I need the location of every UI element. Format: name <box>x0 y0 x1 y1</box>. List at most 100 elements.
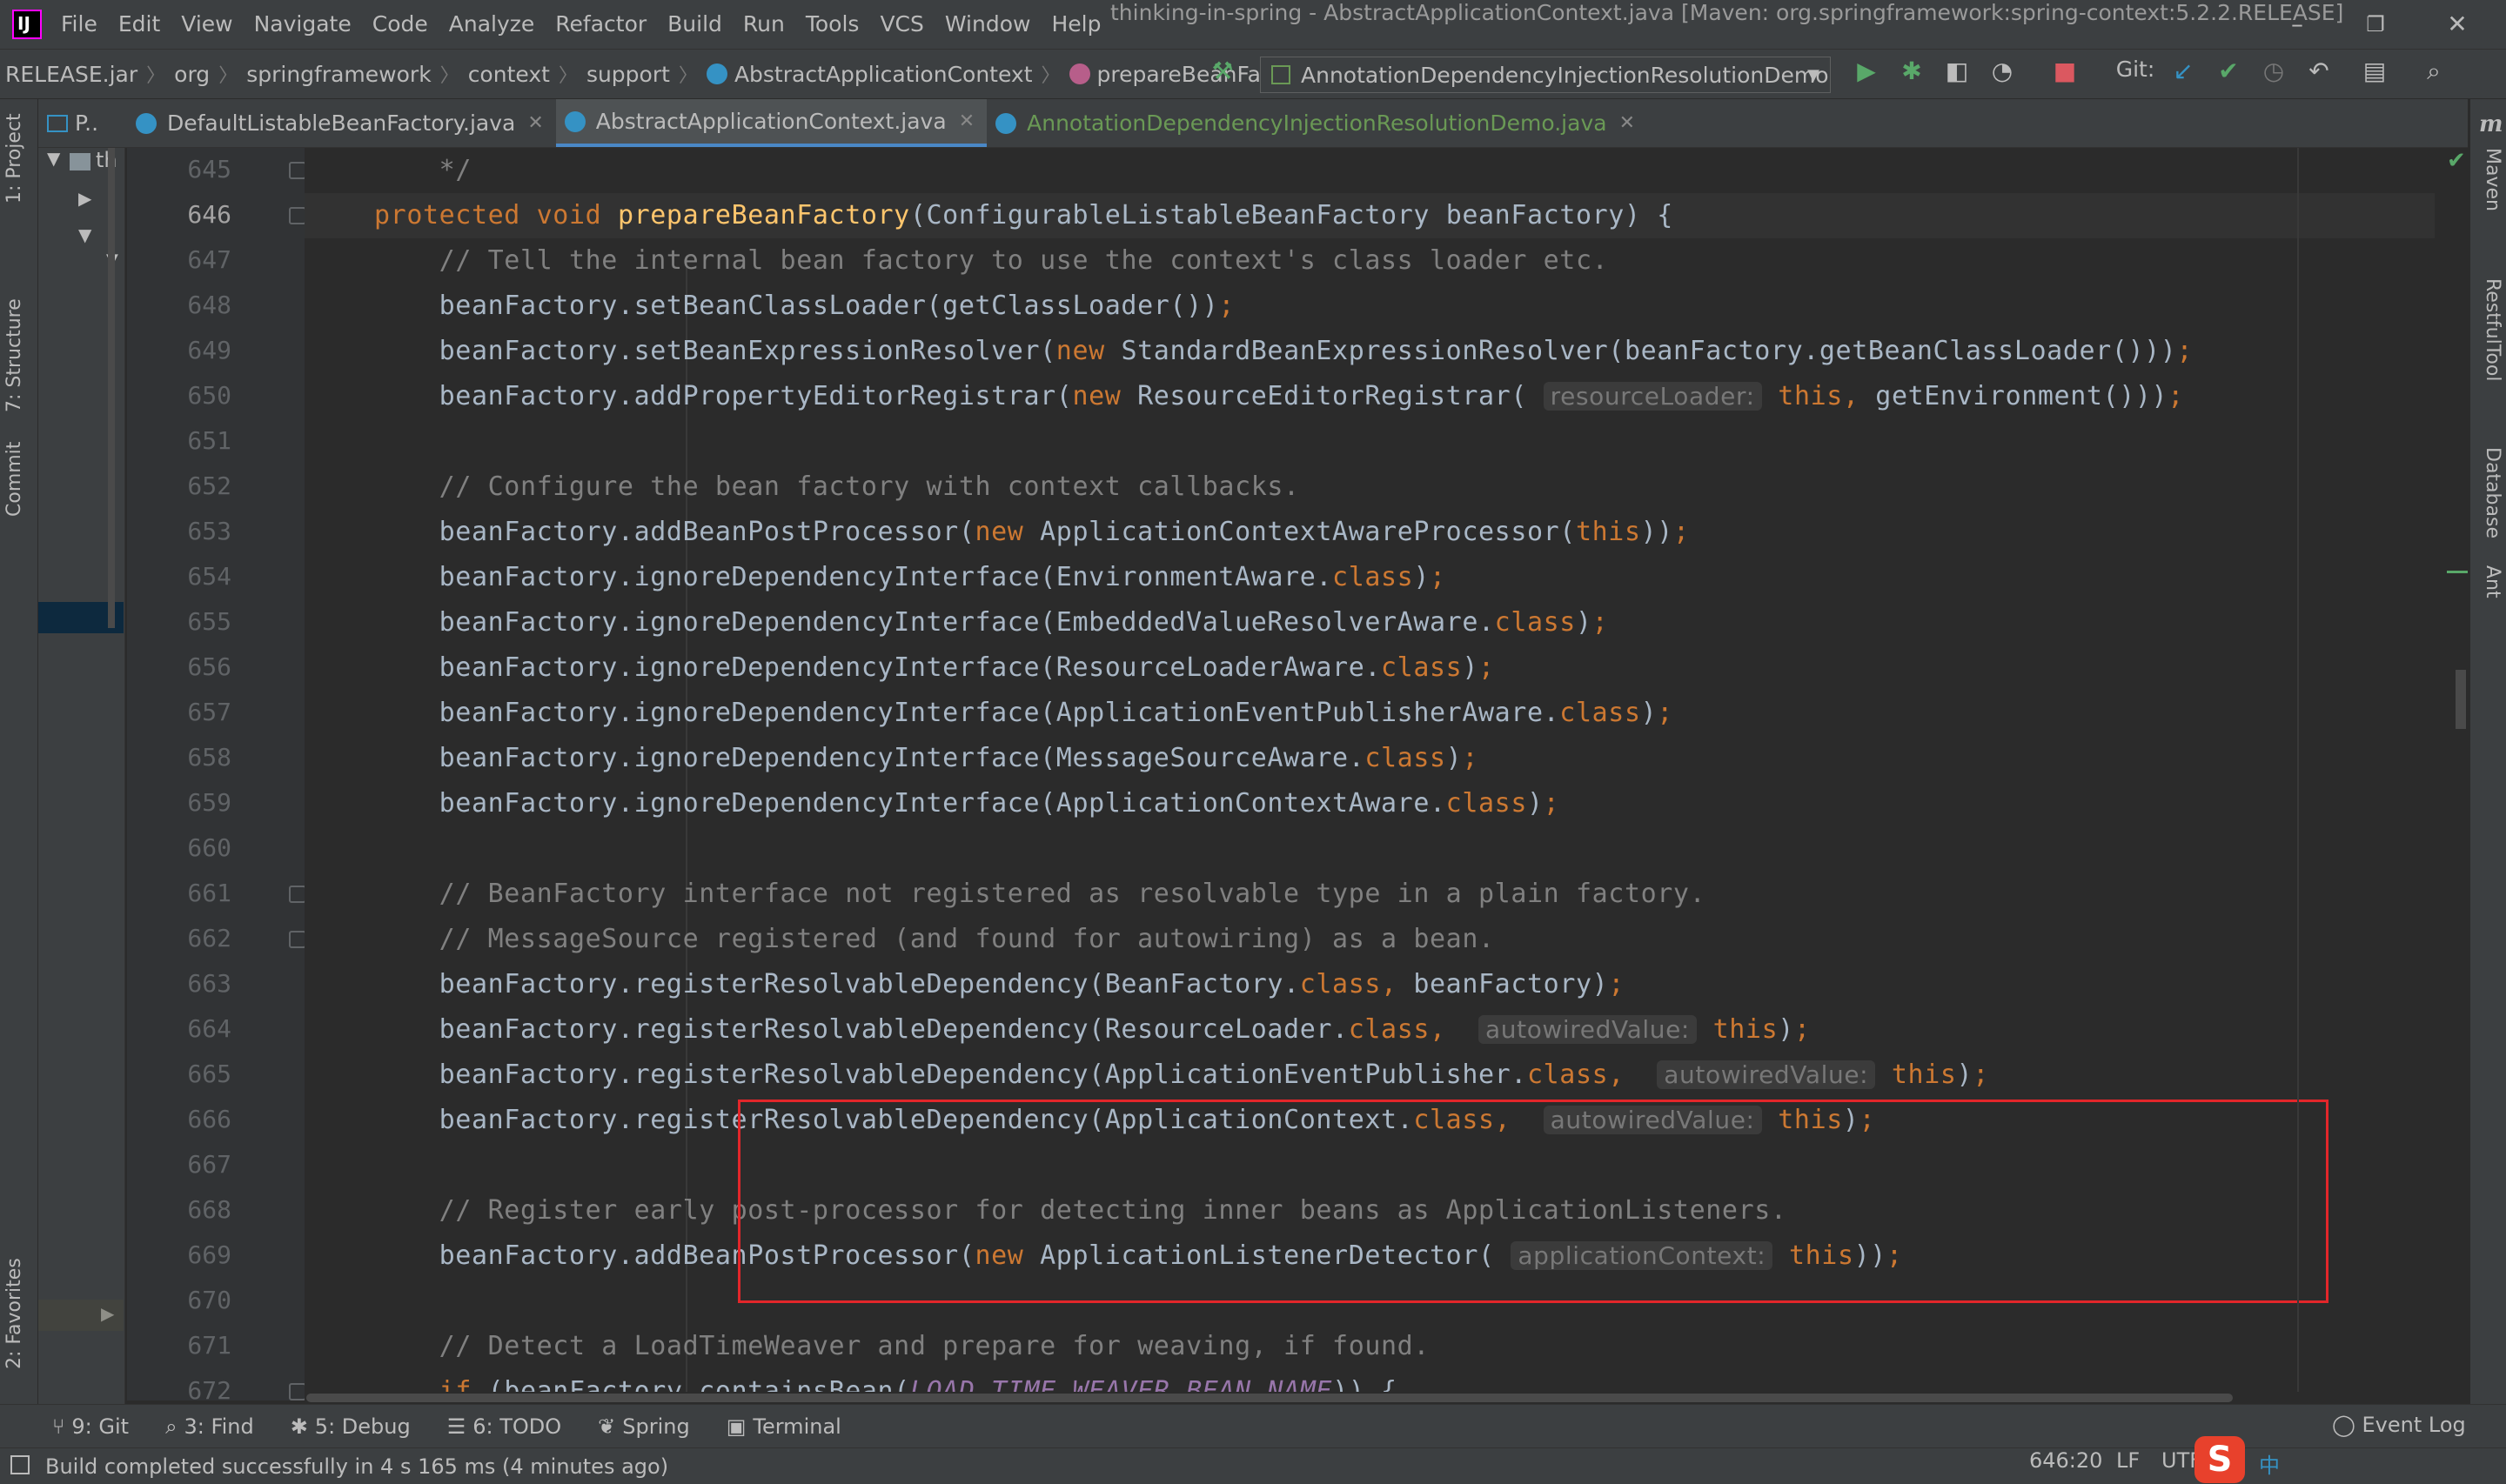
code-line[interactable]: beanFactory.ignoreDependencyInterface(Ap… <box>374 788 1559 819</box>
bottom-tool-spring[interactable]: ❦ Spring <box>598 1414 690 1439</box>
menu-view[interactable]: View <box>171 0 243 49</box>
tab-close-icon[interactable]: ✕ <box>527 112 543 134</box>
breadcrumb-item[interactable]: AbstractApplicationContext <box>701 62 1038 87</box>
menu-vcs[interactable]: VCS <box>869 0 934 49</box>
search-everywhere-icon[interactable]: ⌕ <box>2416 57 2452 93</box>
code-line[interactable]: beanFactory.setBeanExpressionResolver(ne… <box>374 336 2193 366</box>
line-number[interactable]: 671 <box>148 1331 231 1360</box>
code-line[interactable]: beanFactory.ignoreDependencyInterface(En… <box>374 562 1446 592</box>
restfultool-tool-button[interactable]: RestfulTool <box>2482 278 2503 381</box>
project-structure-icon[interactable]: ▤ <box>2356 57 2393 93</box>
code-line[interactable]: beanFactory.ignoreDependencyInterface(Ap… <box>374 698 1673 728</box>
menu-help[interactable]: Help <box>1041 0 1111 49</box>
breadcrumb-item[interactable]: context <box>463 62 555 87</box>
line-number[interactable]: 651 <box>148 426 231 455</box>
build-status-message[interactable]: Build completed successfully in 4 s 165 … <box>45 1454 668 1479</box>
code-line[interactable]: beanFactory.ignoreDependencyInterface(Em… <box>374 607 1608 638</box>
line-number[interactable]: 665 <box>148 1060 231 1088</box>
bottom-tool-terminal[interactable]: ▣ Terminal <box>727 1414 841 1439</box>
code-line[interactable]: beanFactory.registerResolvableDependency… <box>374 1014 1811 1045</box>
rollback-icon[interactable]: ↶ <box>2301 57 2337 93</box>
menu-code[interactable]: Code <box>362 0 439 49</box>
menu-run[interactable]: Run <box>733 0 795 49</box>
code-line[interactable]: beanFactory.ignoreDependencyInterface(Re… <box>374 652 1495 683</box>
menu-build[interactable]: Build <box>657 0 733 49</box>
line-number[interactable]: 648 <box>148 291 231 319</box>
line-number[interactable]: 660 <box>148 833 231 862</box>
menu-window[interactable]: Window <box>935 0 1042 49</box>
editor-tab[interactable]: AbstractApplicationContext.java ✕ <box>555 99 988 147</box>
line-number[interactable]: 655 <box>148 607 231 636</box>
database-tool-button[interactable]: Database <box>2482 447 2503 538</box>
structure-tool-button[interactable]: 7: Structure <box>3 298 25 412</box>
line-number[interactable]: 650 <box>148 381 231 410</box>
tree-collapsed-arrow-icon[interactable]: ▶ <box>78 188 91 209</box>
code-line[interactable]: // Register early post-processor for det… <box>374 1195 1787 1226</box>
code-line[interactable]: beanFactory.ignoreDependencyInterface(Me… <box>374 743 1478 773</box>
maven-tool-button[interactable]: Maven <box>2482 148 2503 211</box>
breadcrumb-item[interactable]: org <box>169 62 215 87</box>
line-number[interactable]: 653 <box>148 517 231 545</box>
debug-icon[interactable]: ✱ <box>1893 57 1930 93</box>
project-tool-button[interactable]: 1: Project <box>3 113 25 204</box>
status-toggle-icon[interactable] <box>10 1455 30 1474</box>
breadcrumb-item[interactable]: RELEASE.jar <box>0 62 143 87</box>
line-number[interactable]: 649 <box>148 336 231 364</box>
tab-close-icon[interactable]: ✕ <box>959 110 975 132</box>
ant-tool-button[interactable]: Ant <box>2482 565 2503 598</box>
editor-tab[interactable]: AnnotationDependencyInjectionResolutionD… <box>987 99 1647 147</box>
editor-scrollbar-marker[interactable] <box>2456 670 2466 729</box>
git-history-icon[interactable]: ◷ <box>2255 57 2292 93</box>
sogou-ime-icon[interactable]: S <box>2194 1436 2245 1483</box>
code-line[interactable]: */ <box>374 155 472 185</box>
hammer-build-icon[interactable]: ⚒ <box>1204 57 1241 93</box>
breadcrumb-item[interactable]: support <box>581 62 675 87</box>
line-number[interactable]: 645 <box>148 155 231 184</box>
line-number[interactable]: 664 <box>148 1014 231 1043</box>
run-configuration-select[interactable]: AnnotationDependencyInjectionResolutionD… <box>1260 57 1831 93</box>
code-line[interactable]: // Tell the internal bean factory to use… <box>374 245 1608 276</box>
horizontal-scrollbar-thumb[interactable] <box>306 1394 2233 1402</box>
breadcrumb-item[interactable]: springframework <box>241 62 436 87</box>
horizontal-scrollbar[interactable] <box>305 1392 2435 1404</box>
code-editor[interactable]: */ protected void prepareBeanFactory(Conf… <box>305 148 2435 1400</box>
project-panel-scrollbar[interactable] <box>108 148 115 628</box>
line-number[interactable]: 668 <box>148 1195 231 1224</box>
line-separator[interactable]: LF <box>2116 1448 2140 1473</box>
line-number[interactable]: 658 <box>148 743 231 772</box>
event-log-button[interactable]: ◯ Event Log <box>2332 1413 2466 1437</box>
commit-tool-button[interactable]: Commit <box>3 442 25 517</box>
bottom-tool-find[interactable]: ⌕ 3: Find <box>165 1414 254 1439</box>
code-line[interactable]: // Configure the bean factory with conte… <box>374 471 1300 502</box>
line-number[interactable]: 667 <box>148 1150 231 1179</box>
menu-file[interactable]: File <box>50 0 108 49</box>
code-line[interactable]: // BeanFactory interface not registered … <box>374 879 1705 909</box>
menu-refactor[interactable]: Refactor <box>545 0 657 49</box>
line-number[interactable]: 647 <box>148 245 231 274</box>
line-number[interactable]: 672 <box>148 1376 231 1405</box>
bottom-tool-debug[interactable]: ✱ 5: Debug <box>291 1414 411 1439</box>
fold-marker-icon[interactable] <box>289 886 306 903</box>
editor-tab[interactable]: DefaultListableBeanFactory.java ✕ <box>127 99 556 147</box>
line-number[interactable]: 662 <box>148 924 231 953</box>
favorites-tool-button[interactable]: 2: Favorites <box>3 1258 25 1369</box>
profile-icon[interactable]: ◔ <box>1984 57 2020 93</box>
code-line[interactable]: protected void prepareBeanFactory(Config… <box>374 200 1673 231</box>
code-line[interactable]: beanFactory.registerResolvableDependency… <box>374 1105 1875 1135</box>
bottom-tool-git[interactable]: ⑂ 9: Git <box>52 1414 129 1439</box>
tree-selected-row[interactable] <box>38 1300 124 1331</box>
line-number[interactable]: 657 <box>148 698 231 726</box>
line-number[interactable]: 663 <box>148 969 231 998</box>
line-number[interactable]: 670 <box>148 1286 231 1314</box>
run-icon[interactable]: ▶ <box>1848 57 1885 93</box>
menu-analyze[interactable]: Analyze <box>439 0 546 49</box>
caret-position[interactable]: 646:20 <box>2029 1448 2102 1473</box>
tree-expand-arrow-icon[interactable]: ▼ <box>78 224 91 245</box>
fold-marker-icon[interactable] <box>289 162 306 179</box>
minimize-icon[interactable]: – <box>2262 0 2332 49</box>
close-icon[interactable]: ✕ <box>2422 0 2492 49</box>
code-line[interactable]: // Detect a LoadTimeWeaver and prepare f… <box>374 1331 1430 1361</box>
line-number[interactable]: 654 <box>148 562 231 591</box>
code-line[interactable]: beanFactory.addPropertyEditorRegistrar(n… <box>374 381 2184 411</box>
code-line[interactable]: beanFactory.addBeanPostProcessor(new App… <box>374 1240 1903 1271</box>
